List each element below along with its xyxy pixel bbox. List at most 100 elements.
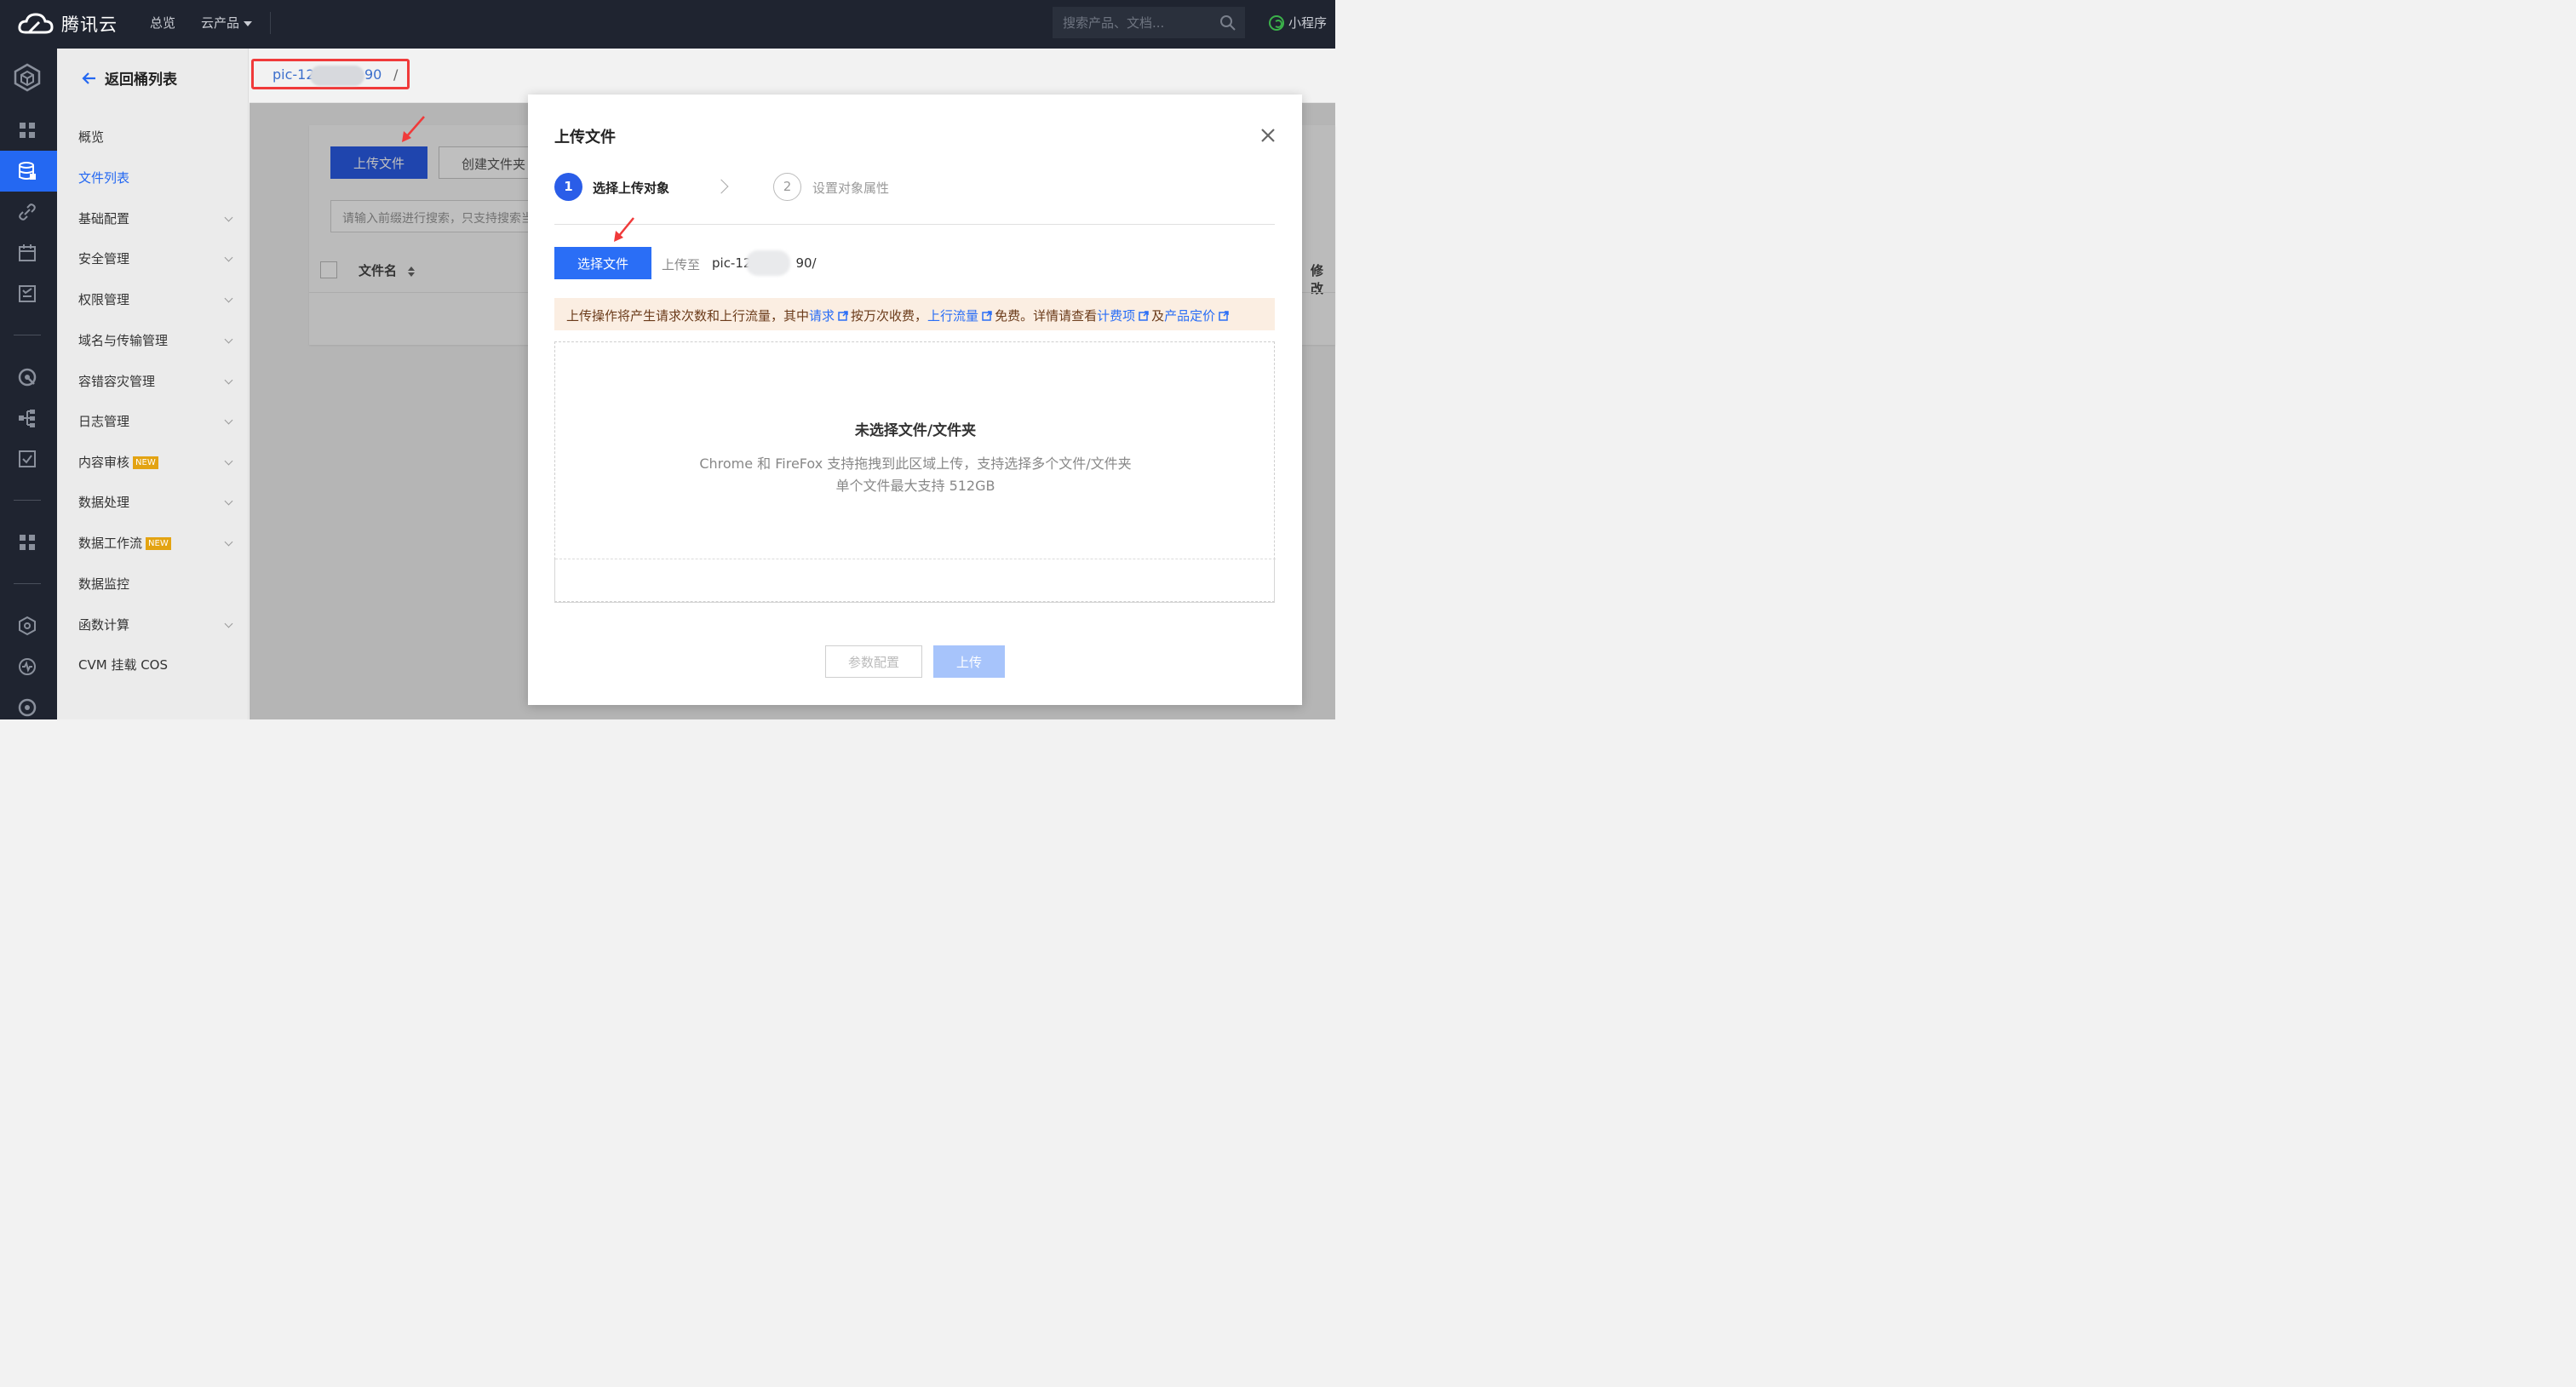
step-2-indicator: 2 — [773, 173, 801, 201]
file-drop-zone[interactable]: 未选择文件/文件夹 Chrome 和 FireFox 支持拖拽到此区域上传，支持… — [554, 341, 1276, 603]
back-label: 返回桶列表 — [105, 72, 177, 89]
nav-cloud-products-label: 云产品 — [201, 15, 240, 31]
chevron-down-icon — [224, 375, 233, 385]
checklist-icon[interactable] — [17, 284, 37, 304]
sidebar-item[interactable]: 函数计算 — [78, 616, 233, 633]
step-1-label: 选择上传对象 — [593, 181, 670, 196]
chevron-down-icon — [224, 456, 233, 466]
sidebar-item[interactable]: 数据监控 — [78, 575, 232, 593]
sidebar-item-label: 函数计算 — [78, 617, 130, 633]
upload-file-dialog: 上传文件 1 选择上传对象 2 设置对象属性 选择文件 上传至 pic-12 90… — [528, 95, 1302, 705]
upload-submit-button[interactable]: 上传 — [933, 645, 1005, 678]
brand-name: 腾讯云 — [61, 14, 118, 35]
cube-product-icon[interactable] — [12, 62, 43, 93]
hexagon-settings-icon[interactable] — [17, 616, 37, 636]
bucket-breadcrumb-highlight[interactable]: pic-12 90 / — [251, 59, 410, 89]
dropzone-hint: Chrome 和 FireFox 支持拖拽到此区域上传，支持选择多个文件/文件夹 — [699, 456, 1132, 472]
breadcrumb-separator: / — [393, 66, 399, 83]
dialog-title: 上传文件 — [554, 129, 616, 146]
external-link-icon — [982, 311, 992, 321]
notice-text: 及 — [1151, 308, 1165, 324]
dashboard-icon[interactable] — [17, 120, 37, 140]
chevron-down-icon — [224, 496, 233, 506]
sidebar-item[interactable]: 权限管理 — [78, 290, 233, 308]
rail-divider — [14, 583, 41, 584]
sidebar-item[interactable]: 文件列表 — [78, 169, 232, 186]
task-check-icon[interactable] — [17, 449, 37, 469]
notice-text: 免费。详情请查看 — [995, 308, 1098, 324]
sidebar-item-label: 数据工作流 — [78, 536, 143, 551]
arrow-left-icon — [82, 72, 95, 84]
notice-text: 上传操作将产生请求次数和上行流量，其中 — [566, 308, 810, 324]
sidebar-item-label: CVM 挂载 COS — [78, 657, 169, 673]
mini-program-link[interactable]: 小程序 — [1269, 14, 1327, 32]
step-2-label: 设置对象属性 — [812, 181, 890, 196]
monitor-gauge-icon[interactable] — [17, 367, 37, 387]
bucket-name-prefix: pic-12 — [273, 66, 315, 83]
mini-program-icon — [1269, 14, 1284, 31]
sidebar-item[interactable]: 域名与传输管理 — [78, 331, 233, 349]
chevron-down-icon — [224, 537, 233, 547]
annotation-arrow-icon — [402, 116, 425, 142]
tree-structure-icon[interactable] — [17, 408, 37, 428]
sidebar-item-label: 内容审核 — [78, 455, 130, 470]
bucket-name-suffix: 90 — [364, 66, 382, 83]
external-link-icon — [1139, 311, 1149, 321]
link-icon[interactable] — [17, 202, 37, 222]
nav-cloud-products[interactable]: 云产品 — [201, 14, 253, 32]
new-badge: NEW — [133, 456, 158, 469]
close-icon[interactable] — [1259, 127, 1277, 144]
product-pricing-link[interactable]: 产品定价 — [1164, 308, 1215, 324]
dropzone-size-limit: 单个文件最大支持 512GB — [835, 478, 995, 494]
sidebar-item-label: 域名与传输管理 — [78, 333, 169, 348]
sidebar-item-label: 文件列表 — [78, 170, 130, 186]
file-list-area — [554, 559, 1275, 603]
sidebar-item[interactable]: CVM 挂载 COS — [78, 656, 232, 673]
sidebar-item-label: 数据监控 — [78, 576, 130, 592]
sidebar-item-label: 概览 — [78, 129, 105, 145]
step-1-indicator: 1 — [554, 173, 582, 201]
sidebar-item[interactable]: 安全管理 — [78, 249, 233, 267]
rail-divider — [14, 500, 41, 501]
steps-divider — [554, 224, 1275, 225]
billing-items-link[interactable]: 计费项 — [1097, 308, 1135, 324]
parameter-config-button[interactable]: 参数配置 — [825, 645, 922, 678]
search-gauge-icon[interactable] — [17, 697, 37, 718]
upload-to-label: 上传至 — [662, 257, 701, 272]
sidebar-item[interactable]: 内容审核 NEW — [78, 453, 233, 471]
request-link[interactable]: 请求 — [809, 308, 835, 324]
chevron-down-icon — [224, 335, 233, 344]
select-file-button[interactable]: 选择文件 — [554, 247, 651, 279]
tencent-cloud-logo[interactable]: 腾讯云 — [17, 9, 118, 39]
cloud-logo-icon — [18, 13, 54, 34]
sidebar-item[interactable]: 概览 — [78, 128, 232, 146]
top-navigation-bar: 腾讯云 总览 云产品 搜索产品、文档... 小程序 — [0, 0, 1335, 49]
nav-overview[interactable]: 总览 — [150, 14, 175, 32]
sidebar-item[interactable]: 日志管理 — [78, 412, 233, 430]
calendar-icon[interactable] — [17, 243, 37, 263]
sidebar-item[interactable]: 基础配置 — [78, 209, 233, 227]
grid-apps-icon[interactable] — [17, 532, 37, 553]
sidebar-item[interactable]: 数据工作流 NEW — [78, 534, 233, 552]
notice-text: 按万次收费， — [851, 308, 928, 324]
upstream-traffic-link[interactable]: 上行流量 — [927, 308, 978, 324]
chevron-down-icon — [224, 253, 233, 262]
nav-divider — [270, 12, 271, 34]
mini-program-label: 小程序 — [1288, 15, 1328, 31]
product-icon-rail — [0, 49, 57, 719]
back-to-bucket-list[interactable]: 返回桶列表 — [81, 67, 177, 89]
global-search-input[interactable]: 搜索产品、文档... — [1053, 7, 1245, 38]
search-icon[interactable] — [1219, 14, 1236, 32]
chevron-down-icon — [224, 416, 233, 425]
sidebar-item[interactable]: 数据处理 — [78, 493, 233, 511]
redacted-blur — [310, 66, 364, 86]
sidebar-item[interactable]: 容错容灾管理 — [78, 372, 233, 390]
billing-notice: 上传操作将产生请求次数和上行流量，其中请求 按万次收费，上行流量 免费。详情请查看计… — [554, 298, 1275, 330]
search-placeholder: 搜索产品、文档... — [1063, 15, 1165, 31]
pulse-monitor-icon[interactable] — [17, 656, 37, 677]
chevron-right-icon — [714, 179, 729, 194]
upload-path-suffix: 90/ — [795, 255, 817, 271]
sidebar-item-label: 日志管理 — [78, 414, 130, 429]
storage-database-icon[interactable] — [17, 161, 37, 181]
bucket-sidebar: 返回桶列表 概览文件列表基础配置安全管理权限管理域名与传输管理容错容灾管理 日志管… — [57, 49, 249, 719]
